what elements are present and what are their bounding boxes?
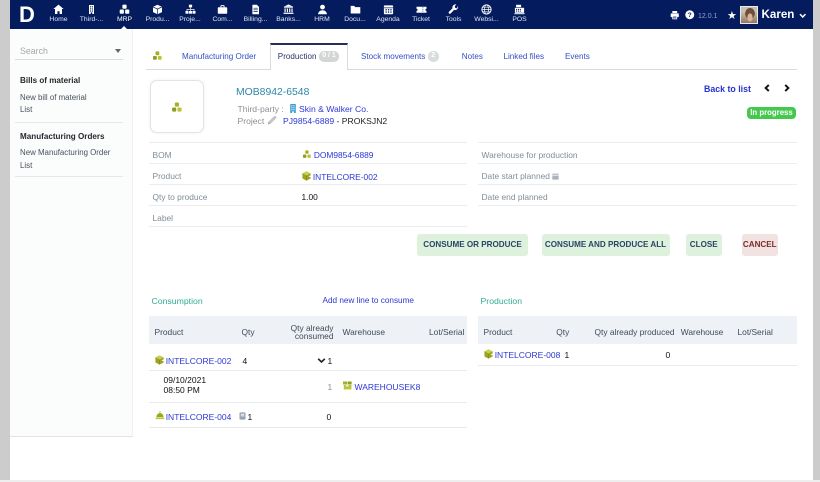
svg-text:?: ? (688, 12, 692, 19)
